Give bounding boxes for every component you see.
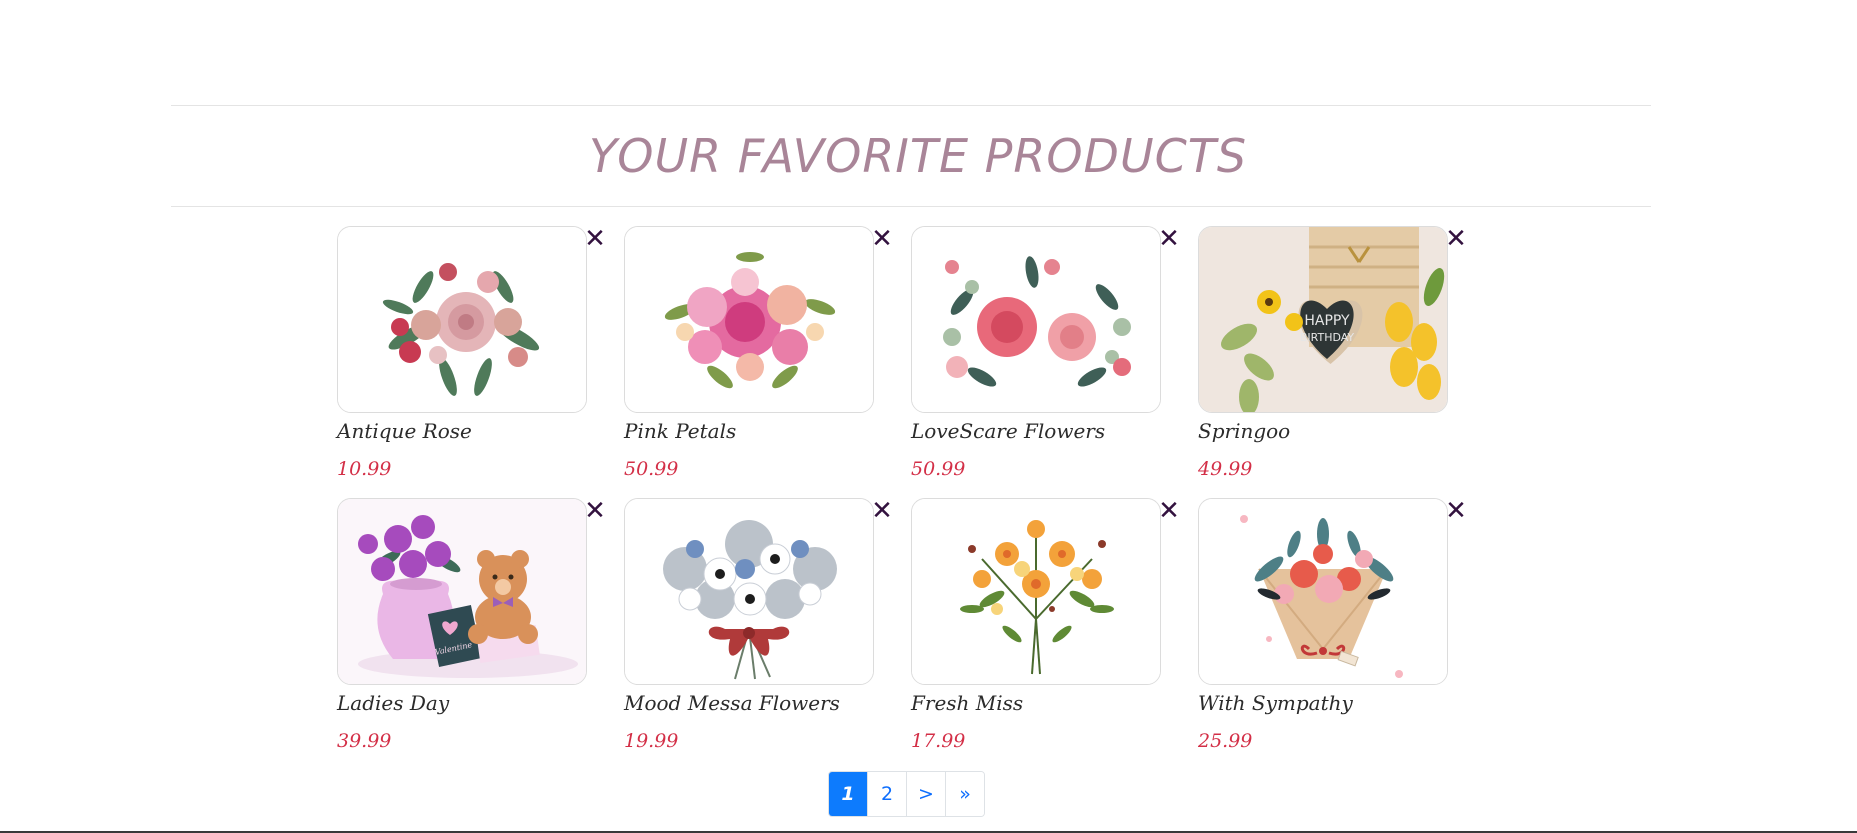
- page-1-button[interactable]: 1: [829, 772, 867, 816]
- product-name[interactable]: Pink Petals: [624, 417, 874, 445]
- top-divider: [171, 105, 1651, 106]
- svg-text:HAPPY: HAPPY: [1304, 313, 1350, 329]
- product-name[interactable]: With Sympathy: [1198, 689, 1448, 717]
- page-title: YOUR FAVORITE PRODUCTS: [588, 129, 1248, 183]
- product-image[interactable]: [624, 226, 874, 413]
- product-card[interactable]: HAPPY BIRTHDAY ✕ Springoo 49.99: [1198, 226, 1467, 480]
- product-card[interactable]: ✕ Pink Petals 50.99: [624, 226, 893, 480]
- svg-text:BIRTHDAY: BIRTHDAY: [1300, 331, 1355, 344]
- close-icon[interactable]: ✕: [1156, 498, 1182, 524]
- product-image[interactable]: [337, 226, 587, 413]
- close-icon[interactable]: ✕: [582, 498, 608, 524]
- product-image[interactable]: [911, 498, 1161, 685]
- product-name[interactable]: Antique Rose: [337, 417, 587, 445]
- product-name[interactable]: LoveScare Flowers: [911, 417, 1161, 445]
- close-icon[interactable]: ✕: [1443, 498, 1469, 524]
- product-card[interactable]: ✕ With Sympathy 25.99: [1198, 498, 1467, 752]
- product-card[interactable]: ✕ Mood Messa Flowers 19.99: [624, 498, 893, 752]
- product-name[interactable]: Mood Messa Flowers: [624, 689, 874, 717]
- close-icon[interactable]: ✕: [1443, 226, 1469, 252]
- product-image[interactable]: HAPPY BIRTHDAY: [1198, 226, 1448, 413]
- pagination: 1 2 > »: [828, 771, 985, 817]
- next-page-button[interactable]: >: [906, 772, 945, 816]
- close-icon[interactable]: ✕: [869, 498, 895, 524]
- favorites-grid: ✕ Antique Rose 10.99 ✕ Pink Petals 50.99…: [337, 226, 1467, 752]
- product-name[interactable]: Ladies Day: [337, 689, 587, 717]
- close-icon[interactable]: ✕: [1156, 226, 1182, 252]
- product-price: 19.99: [624, 730, 679, 752]
- product-image[interactable]: [1198, 498, 1448, 685]
- bottom-divider: [171, 206, 1651, 207]
- product-image[interactable]: [911, 226, 1161, 413]
- product-price: 25.99: [1198, 730, 1253, 752]
- product-image[interactable]: [624, 498, 874, 685]
- product-image[interactable]: Valentine: [337, 498, 587, 685]
- last-page-button[interactable]: »: [945, 772, 984, 816]
- product-price: 50.99: [624, 458, 679, 480]
- product-price: 50.99: [911, 458, 966, 480]
- product-card[interactable]: ✕ Fresh Miss 17.99: [911, 498, 1180, 752]
- close-icon[interactable]: ✕: [869, 226, 895, 252]
- product-price: 49.99: [1198, 458, 1253, 480]
- close-icon[interactable]: ✕: [582, 226, 608, 252]
- product-card[interactable]: ✕ LoveScare Flowers 50.99: [911, 226, 1180, 480]
- product-name[interactable]: Fresh Miss: [911, 689, 1161, 717]
- product-price: 39.99: [337, 730, 392, 752]
- product-card[interactable]: ✕ Antique Rose 10.99: [337, 226, 606, 480]
- page-2-button[interactable]: 2: [867, 772, 906, 816]
- product-price: 17.99: [911, 730, 966, 752]
- product-card[interactable]: Valentine ✕ Ladies Day 39.99: [337, 498, 606, 752]
- product-name[interactable]: Springoo: [1198, 417, 1448, 445]
- product-price: 10.99: [337, 458, 392, 480]
